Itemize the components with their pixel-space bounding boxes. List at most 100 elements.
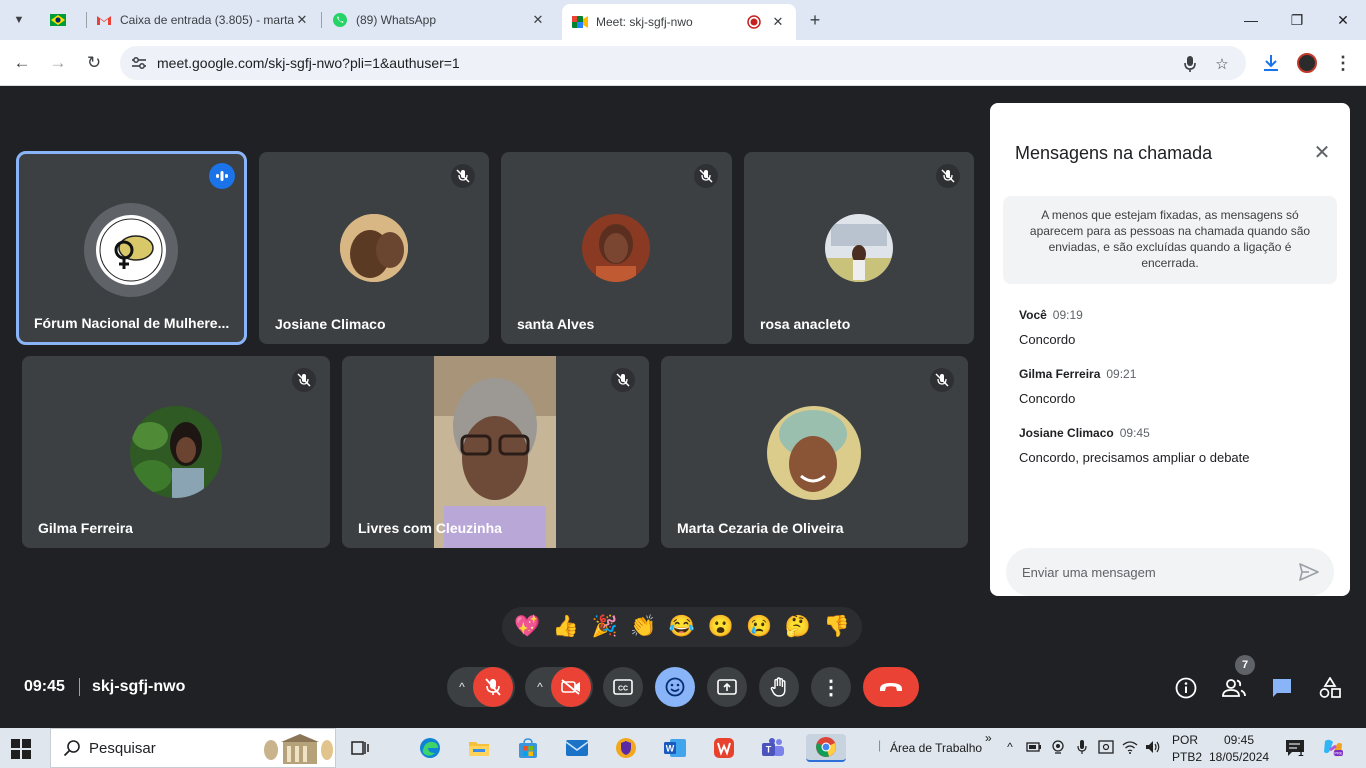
browser-menu-icon[interactable]: ⋮ (1330, 50, 1356, 76)
mic-off-icon (930, 368, 954, 392)
reaction-thumbs-up[interactable]: 👍 (549, 610, 583, 644)
file-explorer-icon[interactable] (464, 734, 494, 762)
webcam-icon[interactable] (1050, 739, 1066, 755)
browser-toolbar: ← → ↻ meet.google.com/skj-sgfj-nwo?pli=1… (0, 40, 1366, 86)
message-time: 09:19 (1052, 308, 1083, 322)
mic-toggle-button[interactable] (473, 667, 513, 707)
input-language[interactable]: POR (1172, 733, 1198, 747)
windows-start-icon[interactable] (10, 738, 32, 760)
captions-button[interactable]: CC (603, 667, 643, 707)
keyboard-layout[interactable]: PTB2 (1172, 750, 1202, 764)
recording-icon (746, 14, 762, 30)
copilot-icon[interactable]: PRE (1322, 738, 1344, 758)
show-hidden-icons-chevron-icon[interactable]: ^ (1002, 739, 1018, 755)
system-date[interactable]: 18/05/2024 (1209, 750, 1269, 764)
avatar (825, 214, 893, 282)
reaction-sparkling-heart[interactable]: 💖 (510, 610, 544, 644)
forward-arrow-icon[interactable]: → (44, 49, 72, 77)
participant-tile[interactable]: Fórum Nacional de Mulhere... (16, 151, 247, 345)
reaction-thinking[interactable]: 🤔 (781, 610, 815, 644)
svg-text:T: T (766, 745, 772, 755)
toolbar-expand-icon[interactable]: » (985, 731, 992, 745)
participant-tile[interactable]: Josiane Climaco (259, 152, 489, 344)
more-options-icon[interactable]: ⋮ (811, 667, 851, 707)
new-tab-button[interactable]: + (804, 8, 826, 32)
tab-brazil[interactable] (40, 4, 88, 36)
close-window-button[interactable]: ✕ (1320, 0, 1366, 40)
back-arrow-icon[interactable]: ← (8, 49, 36, 77)
mail-icon[interactable] (562, 734, 592, 762)
vpn-shield-icon[interactable] (611, 734, 641, 762)
people-icon[interactable] (1221, 675, 1247, 701)
minimize-button[interactable]: — (1228, 0, 1274, 40)
search-placeholder: Pesquisar (89, 739, 156, 757)
participant-name: Livres com Cleuzinha (358, 520, 502, 536)
reaction-thumbs-down[interactable]: 👎 (820, 610, 854, 644)
microphone-tray-icon[interactable] (1074, 739, 1090, 755)
volume-icon[interactable] (1145, 739, 1161, 755)
camera-options-chevron-icon[interactable]: ^ (532, 679, 548, 695)
participant-name: rosa anacleto (760, 316, 851, 332)
participant-tile[interactable]: rosa anacleto (744, 152, 974, 344)
emoji-reactions-button[interactable] (655, 667, 695, 707)
microphone-icon[interactable] (1179, 53, 1201, 75)
chat-message: Josiane Climaco 09:45 Concordo, precisamo… (1019, 424, 1250, 465)
participant-tile[interactable]: Livres com Cleuzinha (342, 356, 649, 548)
close-tab-icon[interactable]: ✕ (770, 14, 786, 30)
taskbar-search-box[interactable]: Pesquisar (50, 728, 336, 768)
close-chat-icon[interactable]: ✕ (1310, 141, 1334, 165)
task-view-icon[interactable] (345, 734, 375, 762)
download-icon[interactable] (1258, 50, 1284, 76)
reaction-laugh[interactable]: 😂 (665, 610, 699, 644)
teams-icon[interactable]: T (758, 734, 788, 762)
activities-icon[interactable] (1317, 675, 1343, 701)
reaction-clap[interactable]: 👏 (626, 610, 660, 644)
participant-tile[interactable]: santa Alves (501, 152, 732, 344)
raise-hand-button[interactable] (759, 667, 799, 707)
tab-title: Meet: skj-sgfj-nwo (596, 15, 693, 29)
address-bar[interactable]: meet.google.com/skj-sgfj-nwo?pli=1&authu… (120, 46, 1246, 80)
present-screen-button[interactable] (707, 667, 747, 707)
battery-icon[interactable] (1026, 739, 1042, 755)
microsoft-store-icon[interactable] (513, 734, 543, 762)
screen-capture-icon[interactable] (1098, 739, 1114, 755)
word-icon[interactable]: W (660, 734, 690, 762)
mic-options-chevron-icon[interactable]: ^ (454, 679, 470, 695)
bookmark-star-icon[interactable]: ☆ (1211, 53, 1233, 75)
reaction-surprised[interactable]: 😮 (704, 610, 738, 644)
meeting-details-info-icon[interactable] (1173, 675, 1199, 701)
chat-icon[interactable] (1269, 675, 1295, 701)
close-tab-icon[interactable]: ✕ (294, 12, 310, 28)
leave-call-button[interactable] (863, 667, 919, 707)
message-time: 09:21 (1106, 367, 1137, 381)
participant-tile[interactable]: Gilma Ferreira (22, 356, 330, 548)
participant-tile[interactable]: Marta Cezaria de Oliveira (661, 356, 968, 548)
message-sender: Gilma Ferreira (1019, 367, 1101, 381)
restore-button[interactable]: ❐ (1274, 0, 1320, 40)
tab-whatsapp[interactable]: (89) WhatsApp ✕ (322, 4, 556, 36)
tab-meet[interactable]: Meet: skj-sgfj-nwo ✕ (562, 4, 796, 40)
desktop-toolbar-label[interactable]: Área de Trabalho (890, 741, 982, 755)
send-icon[interactable] (1298, 561, 1320, 583)
reaction-party[interactable]: 🎉 (588, 610, 622, 644)
chrome-icon[interactable] (806, 734, 846, 762)
site-settings-icon[interactable] (130, 54, 148, 72)
wps-office-icon[interactable] (709, 734, 739, 762)
search-highlight-image (257, 732, 337, 766)
close-tab-icon[interactable]: ✕ (530, 12, 546, 28)
system-clock[interactable]: 09:45 (1224, 733, 1254, 747)
mic-off-icon (611, 368, 635, 392)
edge-browser-icon[interactable] (415, 734, 445, 762)
chat-message-input[interactable] (1006, 548, 1334, 596)
meet-stage: Fórum Nacional de Mulhere... Josiane Cli… (0, 87, 1366, 728)
message-text: Concordo, precisamos ampliar o debate (1019, 450, 1250, 465)
tab-gmail[interactable]: Caixa de entrada (3.805) - marta ✕ (86, 4, 320, 36)
tab-search-chevron-icon[interactable]: ▼ (6, 8, 32, 32)
avatar (582, 214, 650, 282)
reaction-sad[interactable]: 😢 (742, 610, 776, 644)
camera-toggle-button[interactable] (551, 667, 591, 707)
wifi-icon[interactable] (1122, 739, 1138, 755)
avatar (340, 214, 408, 282)
profile-avatar[interactable] (1294, 50, 1320, 76)
reload-icon[interactable]: ↻ (80, 49, 108, 77)
